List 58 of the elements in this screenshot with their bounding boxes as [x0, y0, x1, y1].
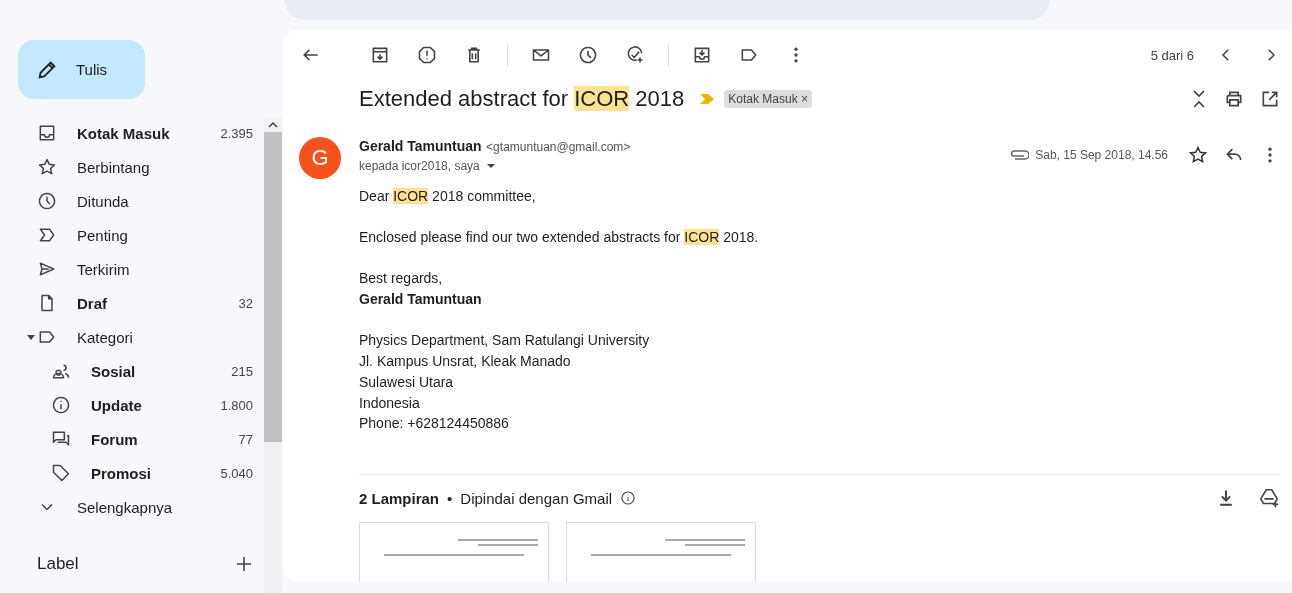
attachment-count: 2 Lampiran [359, 489, 440, 507]
body-text: Phone: +628124450886 [359, 414, 510, 434]
sidebar-item[interactable]: Sosial 215 [0, 354, 264, 388]
sender-name: Gerald Tamuntuan [359, 137, 482, 154]
sidebar-item[interactable]: Selengkapnya [0, 490, 264, 524]
email-subject: Extended abstract for ICOR 2018 [359, 86, 685, 113]
check-plus-icon[interactable] [625, 45, 645, 66]
pager-text: 5 dari 6 [1150, 47, 1194, 63]
body-text: Jl. Kampus Unsrat, Kleak Manado [359, 352, 572, 372]
clock-icon[interactable] [578, 45, 598, 66]
message-date: Sab, 15 Sep 2018, 14.56 [1035, 147, 1168, 162]
sender-email: <gtamuntuan@gmail.com> [486, 139, 631, 154]
info-icon [51, 395, 71, 415]
sidebar-item[interactable]: Update 1.800 [0, 388, 264, 422]
important-icon [37, 225, 57, 245]
tag-icon [51, 463, 71, 483]
body-text: Gerald Tamuntuan [359, 290, 483, 310]
body-text: Enclosed please find our two extended abstracts for ICOR 2018. [359, 228, 760, 247]
separator-dot: • [447, 489, 453, 507]
star-icon [37, 157, 57, 177]
sidebar-item[interactable]: Berbintang [0, 150, 264, 184]
send-icon [37, 259, 57, 279]
folder-chip[interactable]: Kotak Masuk × [724, 90, 812, 109]
sidebar-item[interactable]: Kotak Masuk 2.395 [0, 116, 264, 150]
body-text: Sulawesi Utara [359, 372, 455, 392]
importance-marker-icon[interactable] [700, 93, 715, 106]
scrollbar[interactable] [264, 118, 282, 593]
body-text: Physics Department, Sam Ratulangi University [359, 331, 651, 351]
chat-icon [51, 429, 71, 449]
plus-icon[interactable] [236, 556, 252, 572]
sidebar-item[interactable]: Promosi 5.040 [0, 456, 264, 490]
document-thumbnail[interactable] [566, 522, 756, 582]
scroll-up-icon[interactable] [268, 121, 278, 129]
body-text: Dear ICOR 2018 committee, [359, 186, 537, 206]
print-icon[interactable] [1224, 89, 1244, 110]
sidebar-item[interactable]: Penting [0, 218, 264, 252]
info-icon[interactable] [620, 490, 637, 506]
compose-button[interactable]: Tulis [18, 40, 145, 99]
caret-icon[interactable] [27, 333, 35, 341]
sidebar-item[interactable]: Terkirim [0, 252, 264, 286]
sidebar-item[interactable]: Draf 32 [0, 286, 264, 320]
sidebar-item[interactable]: Kategori [0, 320, 264, 354]
document-thumbnail[interactable] [359, 522, 549, 582]
recipients-text: kepada icor2018, saya [359, 158, 480, 173]
sidebar-item[interactable]: Forum 77 [0, 422, 264, 456]
avatar: G [299, 136, 341, 179]
clock-icon [37, 191, 57, 211]
inbox-icon [37, 123, 57, 143]
caret-icon[interactable] [485, 162, 496, 169]
body-text: Best regards, [359, 269, 444, 289]
body-text: Indonesia [359, 393, 421, 413]
sidebar-item[interactable]: Ditunda [0, 184, 264, 218]
report-spam-icon[interactable] [417, 45, 437, 66]
scan-note: Dipindai dengan Gmail [460, 489, 613, 507]
star-icon[interactable] [1188, 144, 1208, 165]
open-in-new-window-icon[interactable] [1260, 89, 1280, 110]
collapse-icon[interactable] [1190, 89, 1208, 110]
section-heading: Label [37, 554, 79, 574]
